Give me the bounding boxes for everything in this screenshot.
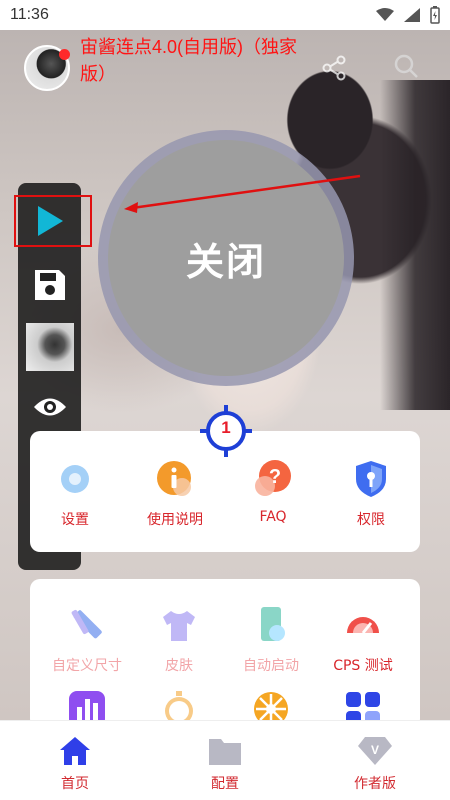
folder-icon [209,739,241,765]
feature-label: FAQ [259,509,287,525]
feature-label: 皮肤 [165,658,193,674]
nav-config[interactable]: 配置 [180,735,270,793]
shield-key-icon [351,459,391,499]
save-icon [34,270,65,300]
red-arrow-annotation [124,174,361,213]
nav-label: 配置 [211,776,239,792]
play-highlight-box [14,195,92,247]
status-icons [376,6,440,24]
bottom-nav: 首页 配置 V 作者版 [0,720,450,800]
status-time: 11:36 [10,6,49,23]
nav-label: 首页 [61,776,89,792]
speedometer-icon [343,605,383,645]
question-icon: ? [253,459,293,499]
search-icon[interactable] [392,52,420,80]
avatar[interactable] [24,45,70,91]
phone-auto-icon [251,605,291,645]
feature-settings[interactable]: 设置 [30,459,120,529]
nav-label: 作者版 [354,776,396,792]
feature-label: 权限 [357,512,385,528]
visibility-button[interactable] [18,385,81,429]
battery-icon [430,6,440,24]
feature-card-bottom: 自定义尺寸 皮肤 自动启动 CPS 测试 [30,579,420,729]
app-title: 宙酱连点4.0(自用版)（独家版） [80,37,298,84]
info-icon [155,459,195,499]
gear-icon [55,459,95,499]
eye-icon [33,398,66,416]
nav-author-edition[interactable]: V 作者版 [330,735,420,793]
save-button[interactable] [18,263,81,307]
ruler-pencil-icon [67,605,107,645]
nav-home[interactable]: 首页 [30,735,120,793]
home-icon [60,737,90,765]
status-bar: 11:36 [0,0,450,30]
signal-icon [404,8,420,22]
svg-text:V: V [371,743,379,757]
feature-skin[interactable]: 皮肤 [134,605,224,675]
feature-label: 自定义尺寸 [52,658,122,674]
feature-label: 使用说明 [147,512,203,528]
thumbnail [25,323,74,371]
feature-auto-start[interactable]: 自动启动 [226,605,316,675]
svg-text:?: ? [269,466,281,488]
feature-instructions[interactable]: 使用说明 [130,459,220,529]
close-toggle-label: 关闭 [185,239,266,284]
target-number: 1 [221,418,231,437]
feature-label: CPS 测试 [333,658,393,674]
feature-cps-test[interactable]: CPS 测试 [318,605,408,675]
shirt-icon [159,605,199,645]
feature-faq[interactable]: ? FAQ [228,459,318,525]
feature-permissions[interactable]: 权限 [326,459,416,529]
feature-label: 自动启动 [243,658,299,674]
wifi-icon [376,8,394,21]
share-icon[interactable] [320,54,348,82]
vip-diamond-icon: V [358,737,392,765]
feature-label: 设置 [61,512,89,528]
background-shadow [380,80,450,410]
feature-custom-size[interactable]: 自定义尺寸 [42,605,132,675]
notification-dot [59,49,70,60]
target-thumbnail-button[interactable] [18,321,81,373]
